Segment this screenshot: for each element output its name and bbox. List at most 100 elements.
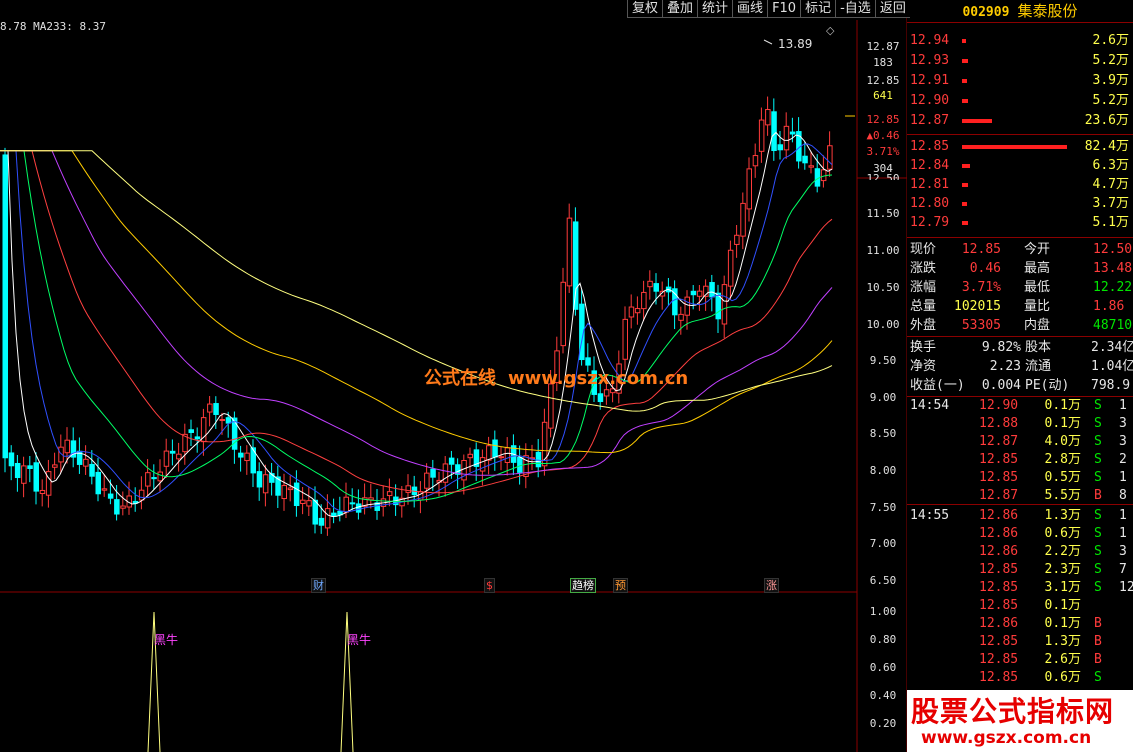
tick-side: S [1094, 452, 1102, 467]
order-volume: 6.3万 [1092, 158, 1129, 173]
quote-panel: 002909 集泰股份 12.94 2.6万 12.93 5.2万 12.91 3.9万 1… [907, 0, 1133, 752]
candle-body [169, 450, 176, 454]
candle-body [765, 109, 771, 126]
order-price: 12.94 [910, 33, 950, 48]
candle-body [219, 419, 225, 422]
toolbar-button-1[interactable]: 叠加 [662, 0, 698, 18]
candle-body [641, 291, 647, 310]
price-axis-label: 10.00 [866, 318, 900, 331]
order-volume-bar [962, 99, 968, 103]
candle-body [27, 465, 33, 469]
order-volume: 5.1万 [1092, 215, 1129, 230]
order-price: 12.84 [910, 158, 950, 173]
indicator-label: 黑牛 [154, 632, 178, 647]
indicator-axis-label: 0.20 [869, 717, 897, 730]
orderbook-row-buy[interactable]: 12.84 6.3万 [907, 156, 1133, 175]
orderbook-row-sell[interactable]: 12.94 2.6万 [907, 31, 1133, 50]
event-marker[interactable]: 趋榜 [570, 578, 596, 593]
tick-row: 12.85 3.1万 S 12 [907, 579, 1133, 597]
candle-body [684, 296, 690, 316]
orderbook-row-buy[interactable]: 12.80 3.7万 [907, 194, 1133, 213]
toolbar-button-0[interactable]: 复权 [627, 0, 663, 18]
event-marker[interactable]: $ [484, 578, 495, 593]
tick-row: 14:54 12.90 0.1万 S 1 [907, 397, 1133, 415]
orderbook-row-buy[interactable]: 12.79 5.1万 [907, 213, 1133, 232]
candle-body [293, 482, 300, 507]
tick-extra: 3 [1119, 434, 1127, 449]
watermark: 公式在线 www.gszx.com.cn [424, 364, 700, 390]
candle-body [306, 500, 312, 507]
tick-row: 12.85 2.3万 S 7 [907, 561, 1133, 579]
toolbar-button-6[interactable]: -自选 [835, 0, 875, 18]
tick-price: 12.86 [979, 616, 1019, 631]
toolbar-button-4[interactable]: F10 [767, 0, 801, 18]
tick-price: 12.85 [979, 634, 1019, 649]
diamond-icon[interactable]: ◇ [826, 24, 834, 37]
orderbook-row-buy[interactable]: 12.85 82.4万 [907, 137, 1133, 156]
candle-body [386, 491, 393, 497]
tick-price: 12.86 [979, 508, 1019, 523]
candle-body [560, 281, 566, 347]
orderbook-row-sell[interactable]: 12.87 23.6万 [907, 111, 1133, 130]
candle-body [827, 145, 833, 170]
fund-value: 2.23 [989, 359, 1021, 374]
candle-body [622, 318, 628, 360]
price-axis-label: 12.85 [866, 74, 900, 87]
event-marker[interactable]: 涨 [764, 578, 779, 593]
quote-label: 涨幅 [910, 280, 937, 295]
toolbar-button-3[interactable]: 画线 [732, 0, 768, 18]
orderbook-row-buy[interactable]: 12.81 4.7万 [907, 175, 1133, 194]
candle-body [486, 445, 492, 461]
order-volume-bar [962, 59, 968, 63]
orderbook-row-sell[interactable]: 12.90 5.2万 [907, 91, 1133, 110]
candle-body [39, 489, 46, 495]
watermark-url: www.gszx.com.cn [508, 368, 689, 389]
toolbar-button-7[interactable]: 返回 [874, 0, 910, 18]
indicator-axis-label: 1.00 [869, 605, 897, 618]
tick-side: B [1094, 634, 1102, 649]
quote-label: 外盘 [910, 318, 937, 333]
orderbook-row-sell[interactable]: 12.93 5.2万 [907, 51, 1133, 70]
candle-body [727, 249, 734, 287]
top-toolbar: 复权 叠加 统计 画线 F10 标记 -自选 返回 [627, 0, 910, 18]
tick-extra: 2 [1119, 452, 1127, 467]
candle-body [498, 456, 504, 459]
tick-side: S [1094, 470, 1102, 485]
candle-body [256, 471, 263, 488]
candle-body [628, 306, 635, 318]
tick-row: 12.88 0.1万 S 3 [907, 415, 1133, 433]
candle-body [777, 144, 783, 151]
tick-side: S [1094, 562, 1102, 577]
order-price: 12.85 [910, 139, 950, 154]
candle-body [300, 499, 306, 505]
order-price: 12.81 [910, 177, 950, 192]
logo-sub: www.gszx.com.cn [921, 728, 1092, 748]
tick-side: S [1094, 544, 1102, 559]
logo-main: 股票公式指标网 [911, 695, 1115, 728]
stock-title[interactable]: 002909 集泰股份 [907, 0, 1133, 23]
tick-extra: 1 [1119, 526, 1127, 541]
toolbar-button-2[interactable]: 统计 [697, 0, 733, 18]
toolbar-button-5[interactable]: 标记 [800, 0, 836, 18]
tick-volume: 0.1万 [1044, 616, 1081, 631]
tick-row: 12.85 2.8万 S 2 [907, 451, 1133, 469]
candle-body [14, 462, 21, 479]
candle-body [467, 453, 473, 459]
price-axis-label: 7.00 [869, 537, 897, 550]
price-axis-label: 9.50 [869, 354, 897, 367]
fund-label: PE(动) [1025, 378, 1070, 393]
candle-body [194, 436, 201, 440]
candle-body [789, 131, 796, 135]
quote-value: 53305 [961, 318, 1001, 333]
quote-label: 涨跌 [910, 261, 937, 276]
candle-body [355, 503, 362, 513]
candle-body [225, 417, 232, 424]
orderbook-row-sell[interactable]: 12.91 3.9万 [907, 71, 1133, 90]
event-marker[interactable]: 预 [613, 578, 628, 593]
event-marker[interactable]: 财 [311, 578, 326, 593]
tick-price: 12.85 [979, 470, 1019, 485]
order-price: 12.87 [910, 113, 950, 128]
candle-body [64, 439, 70, 454]
watermark-text: 公式在线 [424, 368, 496, 389]
quote-row: 涨幅 3.71% 最低 12.22 [907, 278, 1133, 297]
